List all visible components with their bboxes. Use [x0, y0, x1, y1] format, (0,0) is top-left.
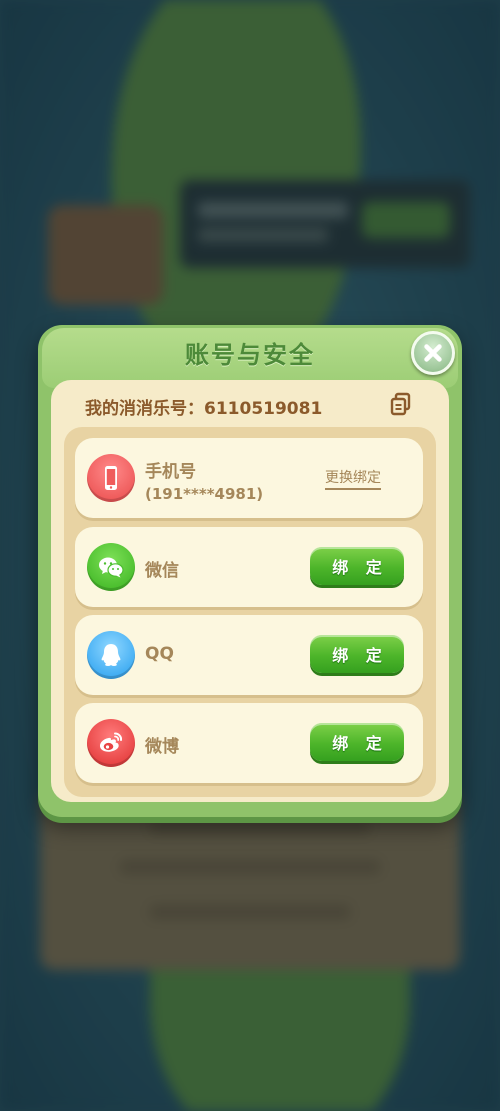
- binding-row-qq: QQ 绑 定: [75, 615, 423, 695]
- qq-icon: [87, 631, 135, 679]
- bind-wechat-button[interactable]: 绑 定: [310, 547, 404, 585]
- change-binding-link[interactable]: 更换绑定: [325, 467, 381, 490]
- account-id-value: 6110519081: [204, 399, 323, 419]
- close-button[interactable]: [411, 331, 455, 375]
- close-icon: [424, 344, 442, 362]
- bind-weibo-button[interactable]: 绑 定: [310, 723, 404, 761]
- binding-row-weibo: 微博 绑 定: [75, 703, 423, 783]
- weibo-icon: [87, 719, 135, 767]
- binding-row-phone: 手机号 (191****4981) 更换绑定: [75, 438, 423, 518]
- binding-row-wechat: 微信 绑 定: [75, 527, 423, 607]
- qq-label: QQ: [145, 644, 174, 664]
- dialog-title: 账号与安全: [185, 341, 315, 369]
- phone-icon: [87, 454, 135, 502]
- wechat-icon: [87, 543, 135, 591]
- wechat-label: 微信: [145, 561, 179, 581]
- phone-label: 手机号: [145, 462, 196, 482]
- account-id-label: 我的消消乐号：: [85, 399, 204, 419]
- bind-qq-button[interactable]: 绑 定: [310, 635, 404, 673]
- weibo-label: 微博: [145, 737, 179, 757]
- copy-icon[interactable]: [390, 392, 412, 416]
- phone-number: (191****4981): [145, 485, 264, 503]
- account-id-row: 我的消消乐号：6110519081: [85, 392, 415, 419]
